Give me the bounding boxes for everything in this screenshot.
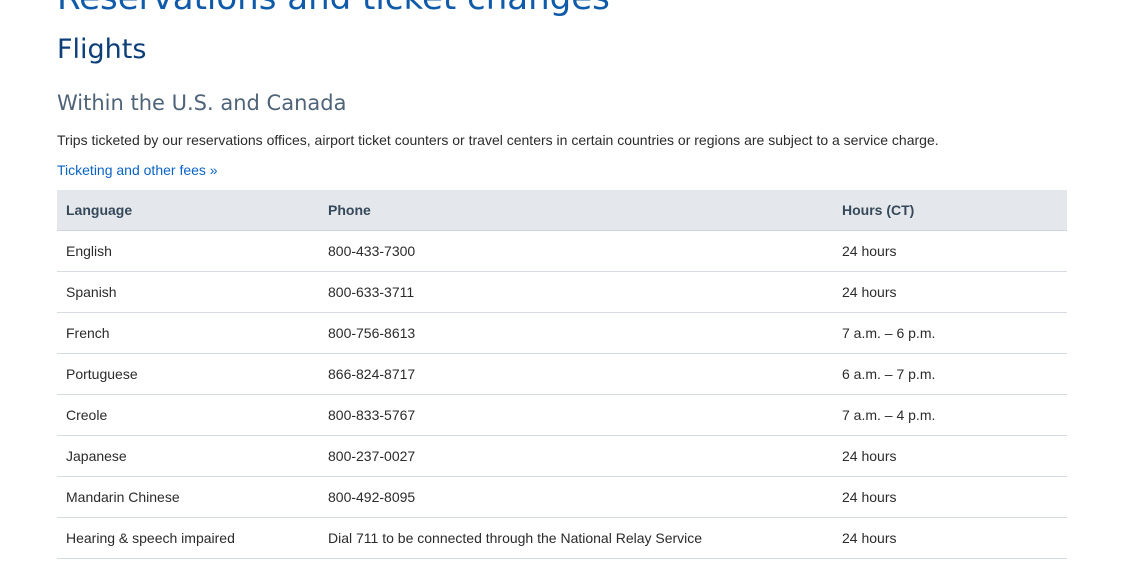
phone-cell: 800-433-7300 bbox=[319, 230, 833, 272]
hours-cell: 24 hours bbox=[833, 476, 1067, 518]
table-row: Japanese 800-237-0027 24 hours bbox=[57, 435, 1067, 477]
sub-heading-us-canada: Within the U.S. and Canada bbox=[57, 91, 347, 115]
reservations-phone-table: Language Phone Hours (CT) English 800-433… bbox=[57, 190, 1067, 559]
table-row: English 800-433-7300 24 hours bbox=[57, 230, 1067, 272]
hours-cell: 24 hours bbox=[833, 435, 1067, 477]
hours-cell: 7 a.m. – 4 p.m. bbox=[833, 394, 1067, 436]
hours-cell: 6 a.m. – 7 p.m. bbox=[833, 353, 1067, 395]
phone-cell: 800-756-8613 bbox=[319, 312, 833, 354]
phone-cell: 866-824-8717 bbox=[319, 353, 833, 395]
table-row: Spanish 800-633-3711 24 hours bbox=[57, 271, 1067, 313]
hours-cell: 24 hours bbox=[833, 230, 1067, 272]
table-body: English 800-433-7300 24 hours Spanish 800-63… bbox=[57, 230, 1067, 559]
language-cell: Hearing & speech impaired bbox=[57, 517, 319, 559]
phone-cell: 800-633-3711 bbox=[319, 271, 833, 313]
table-row: Mandarin Chinese 800-492-8095 24 hours bbox=[57, 476, 1067, 518]
language-cell: English bbox=[57, 230, 319, 272]
phone-cell: 800-492-8095 bbox=[319, 476, 833, 518]
phone-cell: Dial 711 to be connected through the Nat… bbox=[319, 517, 833, 559]
language-cell: Japanese bbox=[57, 435, 319, 477]
column-header-hours: Hours (CT) bbox=[833, 190, 1067, 231]
section-heading-flights: Flights bbox=[57, 34, 147, 65]
table-row: Portuguese 866-824-8717 6 a.m. – 7 p.m. bbox=[57, 353, 1067, 395]
service-charge-note: Trips ticketed by our reservations offic… bbox=[57, 132, 939, 148]
phone-cell: 800-833-5767 bbox=[319, 394, 833, 436]
column-header-language: Language bbox=[57, 190, 319, 231]
ticketing-fees-link[interactable]: Ticketing and other fees » bbox=[57, 161, 218, 179]
language-cell: Mandarin Chinese bbox=[57, 476, 319, 518]
table-header: Language Phone Hours (CT) bbox=[57, 190, 1067, 231]
table-row: Hearing & speech impaired Dial 711 to be … bbox=[57, 517, 1067, 559]
table-row: French 800-756-8613 7 a.m. – 6 p.m. bbox=[57, 312, 1067, 354]
table-row: Creole 800-833-5767 7 a.m. – 4 p.m. bbox=[57, 394, 1067, 436]
hours-cell: 7 a.m. – 6 p.m. bbox=[833, 312, 1067, 354]
language-cell: Spanish bbox=[57, 271, 319, 313]
table-header-row: Language Phone Hours (CT) bbox=[57, 190, 1067, 231]
language-cell: Creole bbox=[57, 394, 319, 436]
language-cell: French bbox=[57, 312, 319, 354]
hours-cell: 24 hours bbox=[833, 517, 1067, 559]
phone-cell: 800-237-0027 bbox=[319, 435, 833, 477]
column-header-phone: Phone bbox=[319, 190, 833, 231]
language-cell: Portuguese bbox=[57, 353, 319, 395]
hours-cell: 24 hours bbox=[833, 271, 1067, 313]
page-heading: Reservations and ticket changes bbox=[57, 0, 610, 18]
